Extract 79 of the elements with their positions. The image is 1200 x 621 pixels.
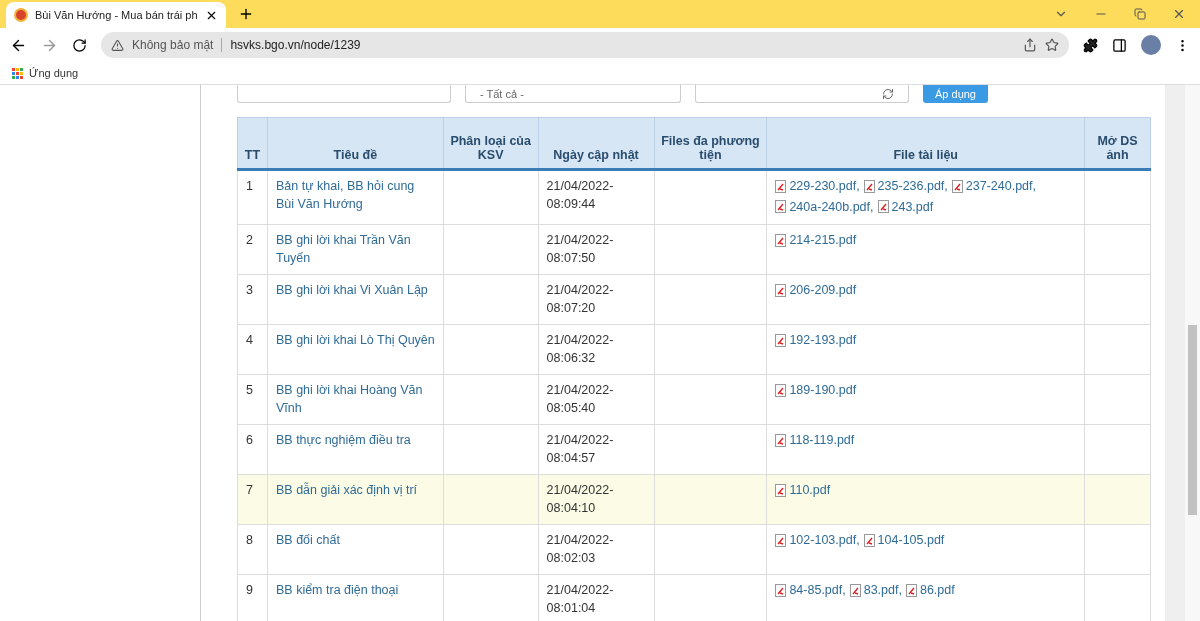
date-cell: 21/04/2022-08:04:57 — [538, 424, 655, 475]
file-link[interactable]: 229-230.pdf, — [775, 177, 860, 195]
new-tab-icon[interactable] — [238, 6, 254, 22]
url-text: hsvks.bgo.vn/node/1239 — [230, 38, 362, 52]
address-bar[interactable]: Không bảo mật hsvks.bgo.vn/node/1239 — [101, 32, 1069, 58]
date-cell: 21/04/2022-08:05:40 — [538, 374, 655, 425]
pdf-icon — [951, 179, 963, 193]
warning-icon — [111, 38, 124, 52]
profile-avatar[interactable] — [1141, 35, 1161, 55]
file-link[interactable]: 110.pdf — [775, 481, 831, 499]
date-cell: 21/04/2022-08:09:44 — [538, 169, 655, 225]
share-icon[interactable] — [1023, 38, 1037, 52]
pdf-icon — [863, 179, 875, 193]
pdf-icon — [877, 200, 889, 213]
file-link[interactable]: 214-215.pdf — [775, 231, 857, 249]
bookmark-star-icon[interactable] — [1045, 38, 1059, 52]
column-header: Ngày cập nhật — [538, 117, 655, 170]
pdf-icon — [775, 583, 787, 597]
pdf-icon — [863, 533, 875, 547]
apps-grid-icon — [12, 67, 23, 79]
pdf-icon — [775, 383, 787, 397]
file-link[interactable]: 240a-240b.pdf, — [775, 197, 874, 216]
column-header: File tài liệu — [766, 117, 1085, 170]
date-cell: 21/04/2022-08:04:10 — [538, 474, 655, 525]
row-number: 6 — [237, 424, 268, 475]
file-link[interactable]: 104-105.pdf — [863, 531, 945, 549]
column-header: Phân loại của KSV — [443, 117, 539, 170]
column-header: Mở DS ảnh — [1084, 117, 1151, 170]
column-header: Files đa phương tiện — [654, 117, 767, 170]
text-field[interactable] — [237, 85, 451, 103]
row-number: 9 — [237, 574, 268, 621]
side-panel-icon[interactable] — [1112, 37, 1127, 53]
date-field[interactable] — [695, 85, 909, 103]
file-link[interactable]: 243.pdf — [877, 197, 934, 216]
file-link[interactable]: 83.pdf, — [849, 581, 902, 599]
row-number: 8 — [237, 524, 268, 575]
pdf-icon — [775, 433, 787, 447]
pdf-icon — [775, 283, 787, 297]
row-number: 3 — [237, 274, 268, 325]
close-window-icon[interactable] — [1172, 7, 1186, 21]
select-field[interactable]: - Tất cả - — [465, 85, 681, 103]
column-header: Tiêu đề — [267, 117, 444, 170]
refresh-icon[interactable] — [882, 87, 894, 100]
tab-title: Bùi Văn Hướng - Mua bán trái ph — [35, 9, 198, 21]
pdf-icon — [849, 583, 861, 597]
row-number: 1 — [237, 169, 268, 225]
scrollbar[interactable] — [1185, 85, 1200, 621]
file-link[interactable]: 189-190.pdf — [775, 381, 857, 399]
row-number: 2 — [237, 224, 268, 275]
reload-icon[interactable] — [72, 37, 87, 53]
file-link[interactable]: 192-193.pdf — [775, 331, 857, 349]
file-link[interactable]: 235-236.pdf, — [863, 177, 948, 195]
file-link[interactable]: 102-103.pdf, — [775, 531, 860, 549]
column-header: TT — [237, 117, 268, 170]
file-link[interactable]: 118-119.pdf — [775, 431, 855, 449]
date-cell: 21/04/2022-08:07:50 — [538, 224, 655, 275]
file-link[interactable]: 237-240.pdf, — [951, 177, 1036, 195]
date-cell: 21/04/2022-08:06:32 — [538, 324, 655, 375]
pdf-icon — [775, 233, 787, 247]
security-label: Không bảo mật — [132, 38, 223, 52]
emblem-icon — [14, 8, 28, 22]
extensions-icon[interactable] — [1083, 37, 1098, 53]
pdf-icon — [905, 583, 917, 597]
date-cell: 21/04/2022-08:02:03 — [538, 524, 655, 575]
pdf-icon — [775, 200, 787, 213]
row-number: 7 — [237, 474, 268, 525]
browser-tab[interactable]: Bùi Văn Hướng - Mua bán trái ph — [6, 2, 226, 28]
pdf-icon — [775, 533, 787, 547]
pdf-icon — [775, 483, 787, 497]
date-cell: 21/04/2022-08:07:20 — [538, 274, 655, 325]
file-link[interactable]: 84-85.pdf, — [775, 581, 846, 599]
bookmark-link[interactable]: Ứng dụng — [29, 67, 79, 79]
row-number: 5 — [237, 374, 268, 425]
pdf-icon — [775, 333, 787, 347]
pdf-icon — [775, 179, 787, 193]
file-link[interactable]: 206-209.pdf — [775, 281, 857, 299]
file-link[interactable]: 86.pdf — [905, 581, 955, 599]
row-number: 4 — [237, 324, 268, 375]
restore-icon[interactable] — [1134, 8, 1146, 20]
